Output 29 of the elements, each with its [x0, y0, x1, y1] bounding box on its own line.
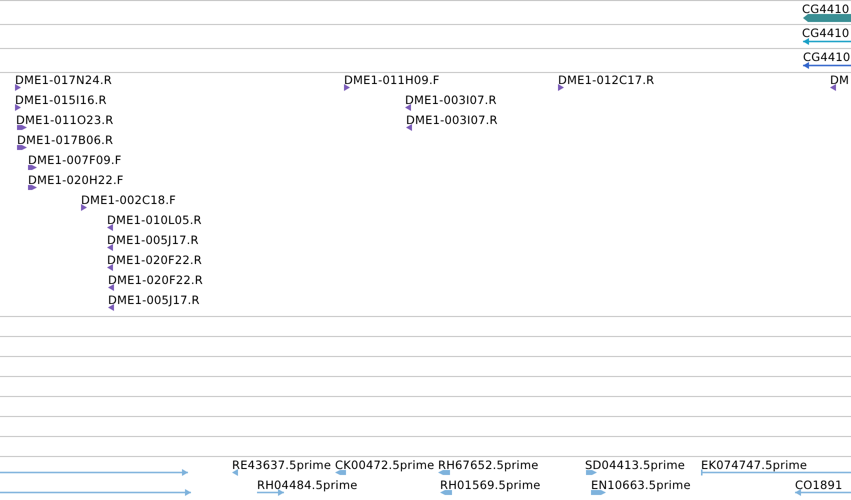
feature-label[interactable]: SD04413.5prime	[585, 459, 686, 472]
feature-label[interactable]: CG4410	[803, 51, 850, 64]
feature-label[interactable]: DME1-015I16.R	[15, 94, 107, 107]
feature-label[interactable]: EK074747.5prime	[701, 459, 808, 472]
feature-label[interactable]: CG4410	[802, 27, 850, 40]
feature-label[interactable]: DME1-017B06.R	[17, 134, 114, 147]
feature-label[interactable]: RH04484.5prime	[257, 479, 358, 492]
feature-label[interactable]: DME1-007F09.F	[28, 154, 122, 167]
feature-label[interactable]: RH67652.5prime	[438, 459, 538, 472]
feature-label[interactable]: CG4410	[802, 3, 850, 16]
feature-label[interactable]: RE43637.5prime	[232, 459, 332, 472]
feature-label[interactable]: DME1-003I07.R	[406, 114, 498, 127]
feature-label[interactable]: DME1-020H22.F	[28, 174, 124, 187]
feature-label[interactable]: DME1-017N24.R	[15, 74, 112, 87]
feature-label[interactable]: DME1-005J17.R	[108, 294, 200, 307]
feature-label[interactable]: DME1-020F22.R	[108, 274, 203, 287]
feature-label[interactable]: CK00472.5prime	[335, 459, 434, 472]
feature-label[interactable]: DME1-002C18.F	[81, 194, 176, 207]
feature-label[interactable]: DME1-012C17.R	[558, 74, 654, 87]
feature-label[interactable]: RH01569.5prime	[440, 479, 540, 492]
feature-label[interactable]: DME1-010L05.R	[107, 214, 202, 227]
feature-label[interactable]: DME1-003I07.R	[405, 94, 497, 107]
feature-label[interactable]: DME1-011H09.F	[344, 74, 440, 87]
feature-label[interactable]: CO1891	[795, 479, 843, 492]
feature-label[interactable]: DM	[830, 74, 850, 87]
feature-label[interactable]: DME1-020F22.R	[107, 254, 202, 267]
feature-label[interactable]: DME1-005J17.R	[107, 234, 199, 247]
feature-label[interactable]: EN10663.5prime	[591, 479, 691, 492]
feature-label[interactable]: DME1-011O23.R	[16, 114, 114, 127]
